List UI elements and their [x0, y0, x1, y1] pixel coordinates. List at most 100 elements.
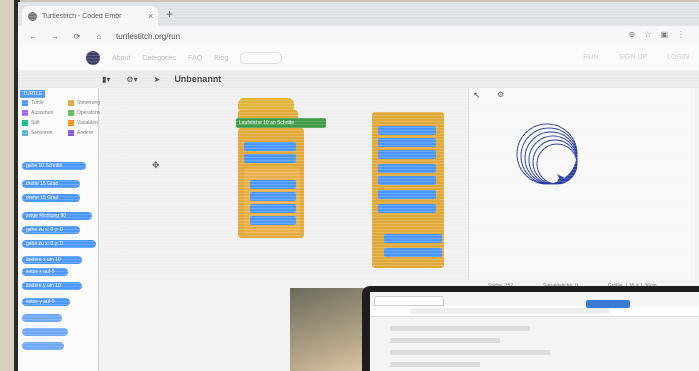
- laptop-content-row: [390, 350, 550, 355]
- category-color-swatch: [22, 130, 28, 136]
- laptop-content-row: [390, 362, 480, 367]
- script-block[interactable]: [378, 190, 436, 199]
- category-turtle[interactable]: Turtle: [22, 100, 44, 106]
- palette-block-turn-right[interactable]: drehe 15 Grad: [22, 180, 80, 188]
- turtlestitch-logo[interactable]: [86, 51, 100, 65]
- cursor-icon: ✥: [152, 160, 160, 170]
- laptop-url-field[interactable]: [410, 308, 610, 314]
- signup-link[interactable]: SIGN UP: [618, 54, 647, 61]
- category-steuerung[interactable]: Steuerung: [68, 100, 100, 106]
- script-block[interactable]: [244, 142, 296, 151]
- script-block[interactable]: [378, 138, 436, 147]
- stage-arrow-icon[interactable]: ↖: [473, 90, 481, 101]
- laptop-browser-tab[interactable]: [374, 296, 444, 306]
- category-color-swatch: [22, 110, 28, 116]
- site-navigation: About Categories FAQ Blog RUN SIGN UP LO…: [18, 46, 699, 70]
- category-color-swatch: [22, 120, 28, 126]
- run-link[interactable]: RUN: [583, 54, 598, 61]
- category-variablen[interactable]: Variablen: [68, 120, 98, 126]
- category-label: Aussehen: [31, 110, 54, 116]
- palette-block-change-y[interactable]: ändere y um 10: [22, 282, 82, 290]
- category-stift[interactable]: Stift: [22, 120, 40, 126]
- category-andere[interactable]: Andere: [68, 130, 93, 136]
- category-label: Variablen: [77, 120, 98, 126]
- script-block[interactable]: [378, 150, 436, 159]
- embroidery-block[interactable]: Laufstiche 10 an Schritte: [236, 118, 326, 128]
- background-desk: [290, 288, 370, 371]
- script-block[interactable]: [250, 216, 296, 225]
- script-workspace[interactable]: ✥ Laufstiche 10 an Schritte: [100, 88, 468, 280]
- nav-blog[interactable]: Blog: [214, 55, 228, 62]
- script-block[interactable]: [384, 248, 442, 257]
- palette-block-set-x[interactable]: setze x auf 0: [22, 268, 68, 276]
- script-block[interactable]: [250, 180, 296, 189]
- reload-icon[interactable]: ⟳: [70, 32, 84, 41]
- back-icon[interactable]: ←: [26, 32, 40, 41]
- palette-block-point-direction[interactable]: zeige Richtung 90: [22, 212, 92, 220]
- script-block[interactable]: [244, 154, 296, 163]
- category-color-swatch: [68, 120, 74, 126]
- category-color-swatch: [22, 100, 28, 106]
- category-label: Steuerung: [77, 100, 101, 106]
- script-block[interactable]: [378, 126, 436, 135]
- palette-block-change-x[interactable]: ändere x um 10: [22, 256, 82, 264]
- url-field[interactable]: turtlestitch.org/run: [116, 32, 180, 41]
- new-tab-icon[interactable]: +: [166, 7, 173, 21]
- close-tab-icon[interactable]: ×: [148, 11, 158, 21]
- turtle-drawing: [516, 123, 578, 185]
- login-link[interactable]: LOGIN: [667, 54, 689, 61]
- browser-tab[interactable]: Turtlestitch - Coded Embr ×: [22, 6, 158, 26]
- browser-tab-bar: Turtlestitch - Coded Embr × +: [18, 2, 699, 26]
- script-block[interactable]: [378, 164, 436, 173]
- palette-block-goto-xy-2[interactable]: gehe zu x: 0 y: 0: [22, 240, 96, 248]
- palette-block[interactable]: [22, 342, 64, 350]
- translate-icon[interactable]: ⊕: [629, 30, 636, 39]
- stage-settings-icon[interactable]: ⚙: [497, 90, 504, 99]
- bookmark-star-icon[interactable]: ☆: [644, 30, 651, 39]
- category-label: Sensoren: [31, 130, 53, 136]
- file-menu-icon[interactable]: ▮▾: [102, 75, 110, 84]
- site-search-input[interactable]: [240, 52, 283, 64]
- stage-canvas[interactable]: ↖ ⚙: [468, 88, 695, 280]
- script-block[interactable]: [250, 204, 296, 213]
- palette-block-turn-left[interactable]: drehe 15 Grad: [22, 194, 80, 202]
- nav-categories[interactable]: Categories: [142, 55, 176, 62]
- script-block[interactable]: [384, 234, 442, 243]
- turtle-icon: ➤: [153, 74, 161, 84]
- nav-faq[interactable]: FAQ: [188, 55, 202, 62]
- project-title: Unbenannt: [174, 74, 222, 84]
- tab-title: Turtlestitch - Coded Embr: [42, 12, 122, 20]
- category-color-swatch: [68, 100, 74, 106]
- palette-block[interactable]: [22, 328, 68, 336]
- category-operatoren[interactable]: Operatoren: [68, 110, 102, 116]
- category-label: Stift: [31, 120, 40, 126]
- category-label: Andere: [77, 130, 94, 136]
- category-sensoren[interactable]: Sensoren: [22, 130, 52, 136]
- palette-tab-turtle[interactable]: TURTLE: [20, 90, 46, 98]
- category-aussehen[interactable]: Aussehen: [22, 110, 53, 116]
- menu-icon[interactable]: ⋮: [677, 30, 685, 39]
- block-palette: TURTLE Turtle Steuerung Aussehen Operato…: [18, 88, 102, 371]
- category-color-swatch: [68, 110, 74, 116]
- settings-gear-icon[interactable]: ⚙▾: [126, 75, 137, 84]
- palette-block[interactable]: [22, 314, 62, 322]
- forward-icon[interactable]: →: [48, 32, 62, 41]
- nav-about[interactable]: About: [112, 55, 130, 62]
- hat-block[interactable]: [238, 98, 294, 110]
- laptop-content-row: [390, 338, 500, 343]
- favicon-icon: [28, 11, 37, 21]
- category-label: Operatoren: [77, 110, 103, 116]
- editor-toolbar: ▮▾ ⚙▾ ➤ Unbenannt: [18, 70, 699, 88]
- category-color-swatch: [68, 130, 74, 136]
- palette-block-set-y[interactable]: setze y auf 0: [22, 298, 70, 306]
- palette-block-goto-xy[interactable]: gehe zu x: 0 y: 0: [22, 226, 80, 234]
- script-block[interactable]: [378, 176, 436, 185]
- home-icon[interactable]: ⌂: [92, 32, 106, 41]
- laptop-accent-button[interactable]: [586, 300, 630, 308]
- extension-icon[interactable]: ▣: [660, 30, 668, 39]
- laptop-screen: [370, 292, 699, 371]
- script-block[interactable]: [250, 192, 296, 201]
- script-block[interactable]: [378, 204, 436, 213]
- address-bar: ← → ⟳ ⌂ turtlestitch.org/run ⊕ ☆ ▣ ⋮: [18, 26, 699, 46]
- palette-block-move[interactable]: gehe 10 Schritte: [22, 162, 86, 170]
